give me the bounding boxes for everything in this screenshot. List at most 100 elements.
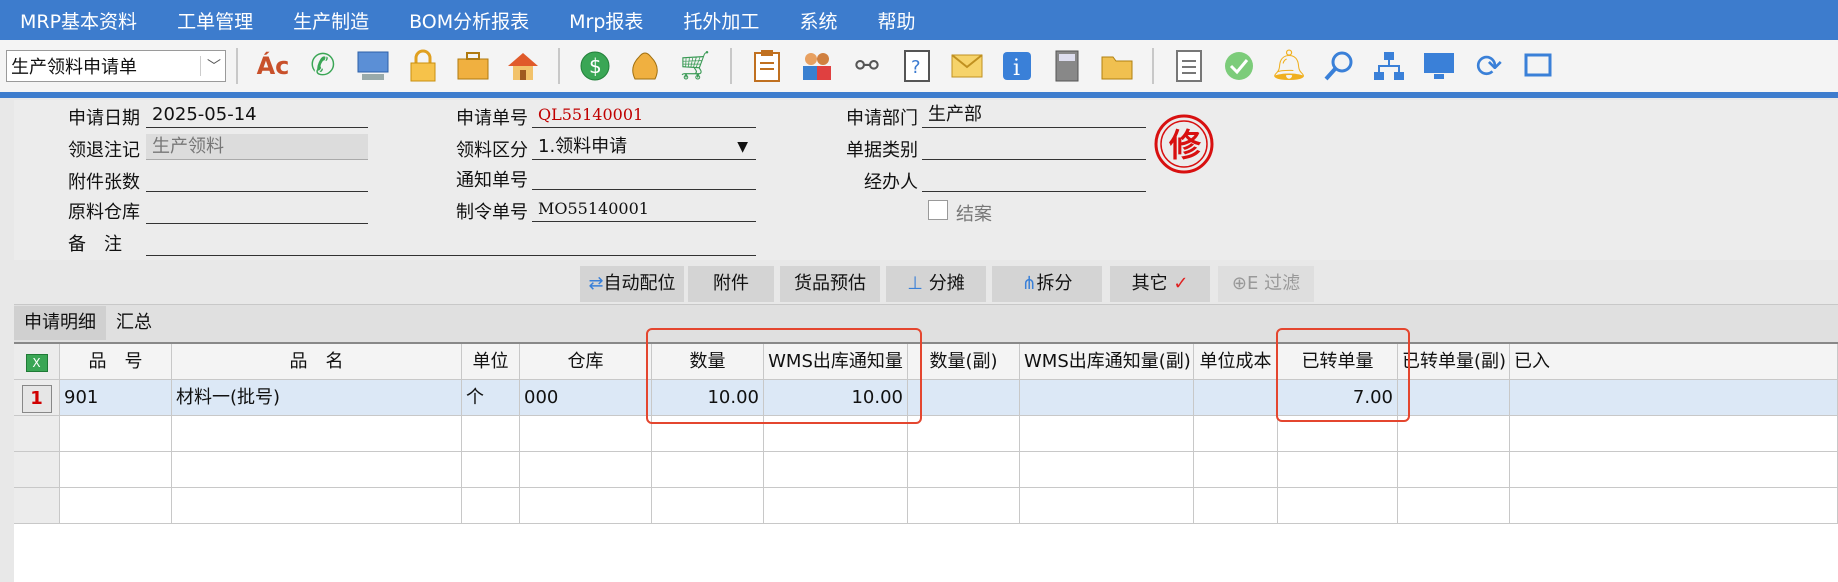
notice-no-field[interactable] — [532, 164, 756, 190]
empty-cell[interactable] — [60, 416, 172, 452]
split-button[interactable]: ⋔拆分 — [992, 266, 1102, 302]
auto-locate-button[interactable]: ⇄自动配位 — [580, 266, 684, 302]
refresh-icon[interactable]: ⟳ — [1468, 45, 1510, 87]
empty-cell[interactable] — [1020, 452, 1194, 488]
menu-system[interactable]: 系统 — [799, 7, 837, 34]
attach-button[interactable]: 附件 — [688, 266, 774, 302]
cell-transferred[interactable]: 7.00 — [1278, 380, 1398, 416]
empty-cell[interactable] — [172, 416, 462, 452]
lock-icon[interactable] — [402, 45, 444, 87]
empty-cell[interactable] — [1194, 452, 1278, 488]
mail-icon[interactable] — [946, 45, 988, 87]
excel-export-icon[interactable]: X — [14, 344, 60, 380]
row-number[interactable]: 1 — [14, 380, 60, 416]
empty-cell[interactable] — [764, 452, 908, 488]
briefcase-icon[interactable] — [452, 45, 494, 87]
empty-cell[interactable] — [1194, 416, 1278, 452]
info-icon[interactable]: i — [996, 45, 1038, 87]
calculator-icon[interactable] — [1046, 45, 1088, 87]
empty-cell[interactable] — [520, 452, 652, 488]
cell-received[interactable] — [1510, 380, 1838, 416]
empty-cell[interactable] — [172, 488, 462, 524]
empty-cell[interactable] — [1398, 488, 1510, 524]
allocate-button[interactable]: ⊥ 分摊 — [886, 266, 986, 302]
menu-bom-report[interactable]: BOM分析报表 — [409, 7, 529, 34]
dept-field[interactable]: 生产部 — [922, 102, 1146, 128]
empty-cell[interactable] — [462, 452, 520, 488]
clipboard-icon[interactable] — [746, 45, 788, 87]
empty-cell[interactable] — [1194, 488, 1278, 524]
empty-cell[interactable] — [908, 416, 1020, 452]
money-bag-icon[interactable] — [624, 45, 666, 87]
menu-mrp-basic[interactable]: MRP基本资料 — [20, 7, 137, 34]
search-icon[interactable] — [1318, 45, 1360, 87]
col-qty-sub[interactable]: 数量(副) — [908, 344, 1020, 380]
row-number[interactable] — [14, 488, 60, 524]
link-icon[interactable]: ⚯ — [846, 45, 888, 87]
document-icon[interactable] — [1168, 45, 1210, 87]
cell-unit-cost[interactable] — [1194, 380, 1278, 416]
table-row[interactable]: 1 901 材料一(批号) 个 000 10.00 10.00 7.00 — [14, 380, 1838, 416]
col-qty[interactable]: 数量 — [652, 344, 764, 380]
empty-cell[interactable] — [652, 452, 764, 488]
col-unit-cost[interactable]: 单位成本 — [1194, 344, 1278, 380]
empty-cell[interactable] — [520, 416, 652, 452]
other-button[interactable]: 其它 ✓ — [1110, 266, 1210, 302]
row-number[interactable] — [14, 452, 60, 488]
empty-cell[interactable] — [1020, 488, 1194, 524]
goods-estimate-button[interactable]: 货品预估 — [780, 266, 880, 302]
menu-outsourcing[interactable]: 托外加工 — [683, 7, 759, 34]
col-wms-notice[interactable]: WMS出库通知量 — [764, 344, 908, 380]
monitor-icon[interactable] — [1418, 45, 1460, 87]
table-row[interactable] — [14, 416, 1838, 452]
empty-cell[interactable] — [1510, 416, 1838, 452]
category-select[interactable]: 1.领料申请 ▼ — [532, 134, 756, 160]
computer-icon[interactable] — [352, 45, 394, 87]
users-icon[interactable] — [796, 45, 838, 87]
bell-icon[interactable]: 🔔︎ — [1268, 45, 1310, 87]
handler-field[interactable] — [922, 166, 1146, 192]
empty-cell[interactable] — [1020, 416, 1194, 452]
cell-qty-sub[interactable] — [908, 380, 1020, 416]
table-row[interactable] — [14, 488, 1838, 524]
dollar-icon[interactable]: $ — [574, 45, 616, 87]
row-number[interactable] — [14, 416, 60, 452]
empty-cell[interactable] — [652, 488, 764, 524]
empty-cell[interactable] — [652, 416, 764, 452]
check-icon[interactable] — [1218, 45, 1260, 87]
col-item-no[interactable]: 品 号 — [60, 344, 172, 380]
cell-warehouse[interactable]: 000 — [520, 380, 652, 416]
empty-cell[interactable] — [1398, 452, 1510, 488]
col-unit[interactable]: 单位 — [462, 344, 520, 380]
empty-cell[interactable] — [908, 452, 1020, 488]
col-item-name[interactable]: 品 名 — [172, 344, 462, 380]
cell-item-no[interactable]: 901 — [60, 380, 172, 416]
tab-summary[interactable]: 汇总 — [106, 306, 162, 340]
cell-qty[interactable]: 10.00 — [652, 380, 764, 416]
empty-cell[interactable] — [172, 452, 462, 488]
empty-cell[interactable] — [520, 488, 652, 524]
folder-icon[interactable] — [1096, 45, 1138, 87]
cell-item-name[interactable]: 材料一(批号) — [172, 380, 462, 416]
col-transferred-sub[interactable]: 已转单量(副) — [1398, 344, 1510, 380]
empty-cell[interactable] — [908, 488, 1020, 524]
table-row[interactable] — [14, 452, 1838, 488]
cell-wms-notice-sub[interactable] — [1020, 380, 1194, 416]
apply-date-field[interactable]: 2025-05-14 — [146, 102, 368, 128]
empty-cell[interactable] — [60, 488, 172, 524]
attachments-field[interactable] — [146, 166, 368, 192]
empty-cell[interactable] — [462, 416, 520, 452]
empty-cell[interactable] — [1278, 452, 1398, 488]
org-chart-icon[interactable] — [1368, 45, 1410, 87]
empty-cell[interactable] — [60, 452, 172, 488]
cart-icon[interactable]: 🛒︎ — [674, 45, 716, 87]
close-checkbox[interactable] — [928, 200, 948, 220]
empty-cell[interactable] — [764, 416, 908, 452]
filter-button[interactable]: ⊕E 过滤 — [1218, 266, 1314, 302]
empty-cell[interactable] — [1510, 452, 1838, 488]
col-wms-notice-sub[interactable]: WMS出库通知量(副) — [1020, 344, 1194, 380]
empty-cell[interactable] — [1278, 416, 1398, 452]
mo-no-field[interactable]: MO55140001 — [532, 196, 756, 222]
empty-cell[interactable] — [764, 488, 908, 524]
col-warehouse[interactable]: 仓库 — [520, 344, 652, 380]
